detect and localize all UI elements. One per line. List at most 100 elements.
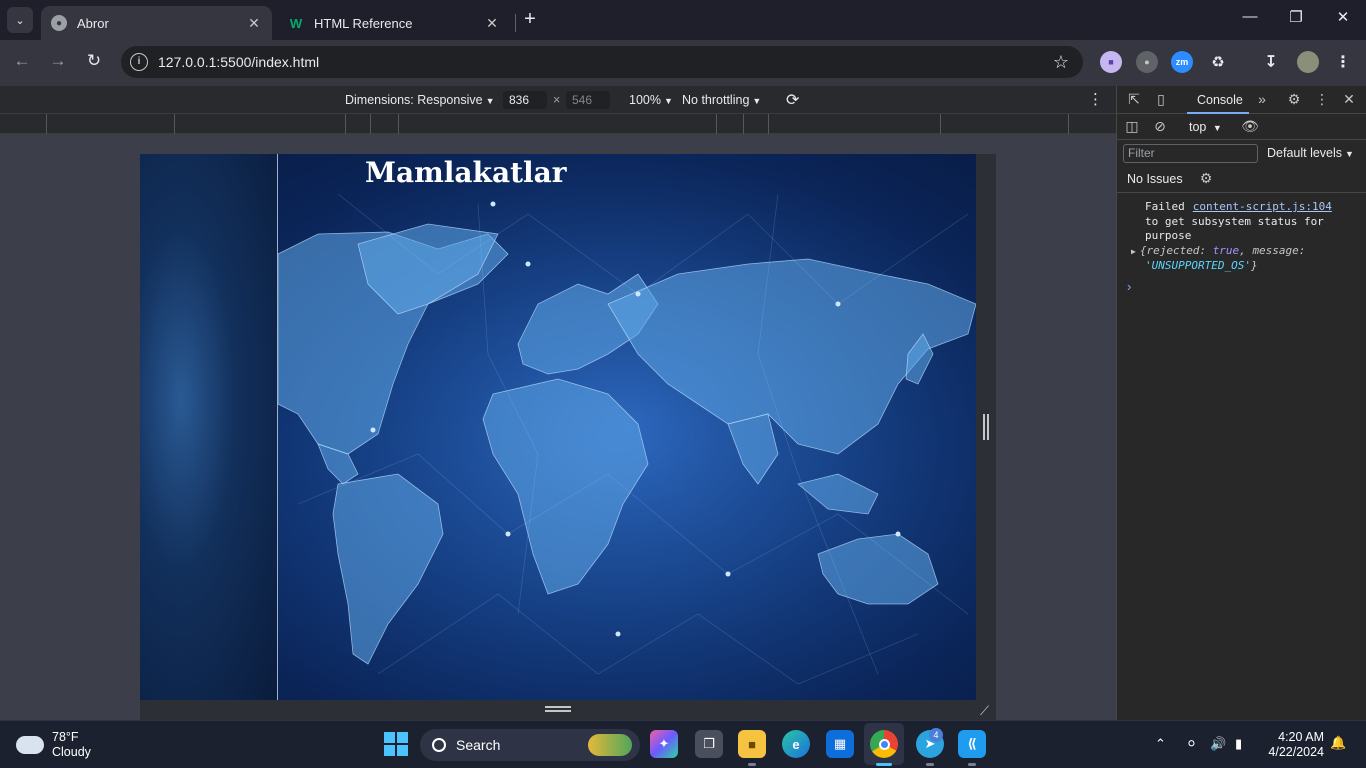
weather-widget[interactable]: 78°F Cloudy	[16, 730, 91, 760]
tab-abror[interactable]: ● Abror ✕	[41, 6, 272, 40]
reload-button[interactable]: ↻	[82, 51, 106, 75]
new-tab-button[interactable]: +	[520, 8, 540, 32]
resize-corner-icon[interactable]: ⟋	[980, 703, 989, 719]
volume-icon[interactable]: 🔊	[1210, 736, 1226, 752]
w3-icon: W	[289, 15, 303, 31]
search-icon	[432, 738, 446, 752]
console-prompt-icon[interactable]: ›	[1127, 279, 1131, 294]
width-input[interactable]: 836	[503, 91, 547, 109]
console-toolbar: ◫ ⊘ top ▼ 👁	[1117, 114, 1366, 140]
search-label: Search	[456, 737, 501, 753]
store-icon[interactable]: ▦	[826, 730, 854, 758]
browser-toolbar: ← → ↻ i 127.0.0.1:5500/index.html ☆ ■ ● …	[0, 40, 1366, 86]
object-value: true	[1212, 243, 1240, 257]
profile-avatar[interactable]	[1297, 51, 1319, 73]
context-select[interactable]: top ▼	[1189, 120, 1222, 134]
extensions-puzzle-icon[interactable]: ♻	[1207, 51, 1229, 73]
back-button[interactable]: ←	[10, 51, 34, 75]
caret-down-icon: ▼	[663, 96, 673, 106]
file-explorer-icon[interactable]: ■	[738, 730, 766, 758]
tab-title: Abror	[77, 15, 109, 31]
active-indicator	[876, 763, 892, 766]
taskbar-search[interactable]: Search	[420, 729, 640, 761]
minimize-button[interactable]: —	[1238, 8, 1262, 32]
extension-icon[interactable]: ■	[1100, 51, 1122, 73]
tab-search-button[interactable]: ⌄	[7, 7, 33, 33]
windows-start-icon[interactable]	[382, 730, 410, 758]
throttling-label: No throttling	[682, 93, 750, 107]
eye-icon[interactable]: 👁	[1241, 118, 1259, 136]
wifi-icon[interactable]: ⚪	[1186, 736, 1197, 752]
tab-html-reference[interactable]: W HTML Reference ✕	[278, 6, 510, 40]
inspect-element-icon[interactable]: ⇱	[1125, 91, 1143, 109]
weather-desc: Cloudy	[52, 745, 91, 759]
battery-icon[interactable]: ▮	[1235, 736, 1242, 752]
height-input[interactable]: 546	[566, 91, 610, 109]
page-title: Mamlakatlar	[365, 156, 567, 189]
object-value: 'UNSUPPORTED_OS'	[1145, 259, 1251, 272]
tab-title: HTML Reference	[314, 15, 413, 31]
menu-kebab-icon[interactable]: ⋮	[1332, 51, 1354, 73]
task-view-icon[interactable]: ❐	[695, 730, 723, 758]
devtools-tabbar: ⇱ ▯ Console » ⚙ ⋮ ✕	[1117, 86, 1366, 114]
tab-console[interactable]: Console	[1197, 93, 1243, 107]
more-options-icon[interactable]: ⋮	[1088, 90, 1103, 108]
sidebar-toggle-icon[interactable]: ◫	[1123, 118, 1141, 136]
globe-icon: ●	[51, 15, 67, 31]
context-label: top	[1189, 120, 1207, 134]
resize-handle-horizontal[interactable]	[983, 414, 989, 440]
bookmark-star-icon[interactable]: ☆	[1049, 52, 1073, 73]
cloud-icon	[16, 736, 44, 754]
page-viewport: Mamlakatlar	[140, 154, 976, 700]
message-text-2: to get subsystem status for purpose	[1145, 214, 1324, 243]
more-tabs-icon[interactable]: »	[1253, 91, 1271, 109]
vscode-icon[interactable]: ⟪	[958, 730, 986, 758]
chrome-icon[interactable]	[870, 730, 898, 758]
tray-overflow-icon[interactable]: ⌃	[1155, 736, 1166, 752]
record-extension-icon[interactable]: ●	[1136, 51, 1158, 73]
close-tab-icon[interactable]: ✕	[246, 15, 262, 32]
address-bar[interactable]: i 127.0.0.1:5500/index.html ☆	[121, 46, 1083, 78]
forward-button[interactable]: →	[46, 51, 70, 75]
console-settings-icon[interactable]: ⚙	[1197, 170, 1215, 188]
notification-bell-icon[interactable]: 🔔	[1330, 735, 1346, 751]
rotate-icon[interactable]: ⟳	[786, 90, 799, 110]
zoom-label: 100%	[629, 93, 661, 107]
running-indicator	[968, 763, 976, 766]
restore-button[interactable]: ❐	[1284, 8, 1308, 32]
message-object[interactable]: ▶ {rejected: true, message:	[1131, 243, 1355, 260]
url-text[interactable]: 127.0.0.1:5500/index.html	[158, 54, 1049, 70]
dimensions-label: Dimensions: Responsive	[345, 93, 483, 107]
close-window-button[interactable]: ✕	[1331, 8, 1355, 32]
dimensions-dropdown[interactable]: Dimensions: Responsive ▼	[345, 93, 494, 107]
clock[interactable]: 4:20 AM 4/22/2024	[1262, 730, 1324, 760]
clear-console-icon[interactable]: ⊘	[1151, 118, 1169, 136]
throttling-dropdown[interactable]: No throttling ▼	[682, 93, 761, 107]
console-filter-input[interactable]: Filter	[1123, 144, 1258, 163]
resize-handle-vertical[interactable]	[545, 706, 571, 712]
devtools-menu-icon[interactable]: ⋮	[1313, 91, 1331, 109]
device-toggle-icon[interactable]: ▯	[1152, 91, 1170, 109]
log-levels-dropdown[interactable]: Default levels ▼	[1267, 146, 1354, 160]
settings-gear-icon[interactable]: ⚙	[1285, 91, 1303, 109]
search-highlight-image	[588, 734, 632, 756]
download-icon[interactable]: ↧	[1260, 51, 1282, 73]
zoom-dropdown[interactable]: 100% ▼	[629, 93, 673, 107]
edge-icon[interactable]: e	[782, 730, 810, 758]
chevron-down-icon: ⌄	[15, 14, 25, 27]
caret-down-icon: ▼	[752, 96, 762, 106]
copilot-icon[interactable]: ✦	[650, 730, 678, 758]
issues-counter[interactable]: No Issues	[1127, 172, 1183, 186]
close-devtools-icon[interactable]: ✕	[1340, 91, 1358, 109]
world-map-image	[278, 154, 976, 700]
brace-close: }	[1250, 259, 1258, 272]
source-link[interactable]: content-script.js:104	[1193, 200, 1332, 213]
caret-down-icon: ▼	[1345, 149, 1354, 159]
close-tab-icon[interactable]: ✕	[484, 15, 500, 32]
devtools-panel: ⇱ ▯ Console » ⚙ ⋮ ✕ ◫ ⊘ top ▼ 👁 Filter D…	[1116, 86, 1366, 720]
zoom-extension-icon[interactable]: zm	[1171, 51, 1193, 73]
expand-triangle-icon[interactable]: ▶	[1131, 247, 1136, 256]
time-text: 4:20 AM	[1278, 730, 1324, 744]
site-info-icon[interactable]: i	[130, 53, 148, 71]
message-text: Failed	[1145, 200, 1185, 213]
